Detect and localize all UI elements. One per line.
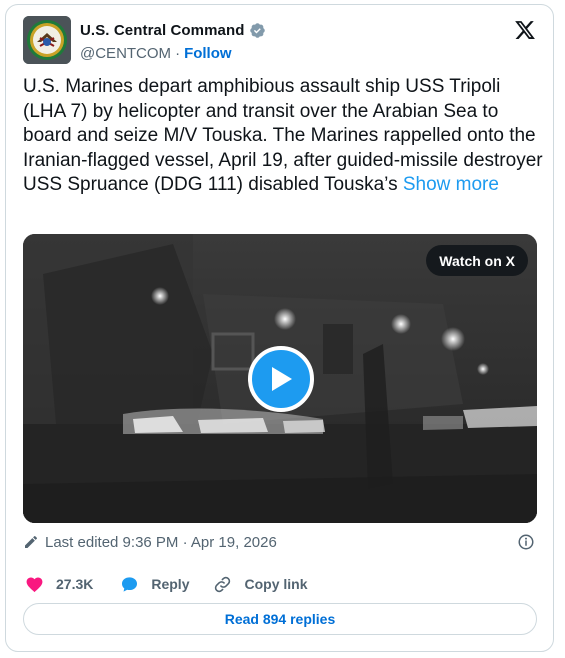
tweet-text-block: U.S. Marines depart amphibious assault s… [23,75,543,198]
link-icon [215,576,231,592]
avatar[interactable] [23,16,71,64]
copy-link-button[interactable]: Copy link [213,575,308,594]
edited-timestamp[interactable]: Last edited 9:36 PM · Apr 19, 2026 [45,534,277,551]
follow-button[interactable]: Follow [184,45,232,62]
like-button[interactable]: 27.3K [25,575,93,594]
tweet-card: U.S. Central Command @CENTCOM · Follow U… [5,4,554,652]
reply-button[interactable]: Reply [120,575,189,594]
centcom-seal-icon [23,16,71,64]
edited-row: Last edited 9:36 PM · Apr 19, 2026 [23,532,537,552]
author-block: U.S. Central Command @CENTCOM · Follow [80,19,266,63]
play-button[interactable] [248,346,314,412]
video-thumbnail[interactable]: Watch on X [23,234,537,523]
author-name-row: U.S. Central Command [80,19,266,41]
copy-link-label: Copy link [244,576,308,592]
author-handle[interactable]: @CENTCOM [80,45,171,62]
play-icon [272,367,292,391]
separator-dot: · [175,44,181,62]
reply-label: Reply [151,576,190,592]
read-replies-button[interactable]: Read 894 replies [23,603,537,635]
info-icon[interactable] [517,533,535,551]
author-name[interactable]: U.S. Central Command [80,22,245,39]
reply-bubble-icon [122,576,138,592]
like-count: 27.3K [56,576,94,592]
action-bar: 27.3K Reply Copy link [23,573,308,595]
watch-on-x-button[interactable]: Watch on X [426,245,528,276]
handle-row: @CENTCOM · Follow [80,43,266,63]
heart-icon [26,577,43,592]
show-more-link[interactable]: Show more [403,174,499,195]
verified-badge-icon [249,22,265,38]
x-logo-icon[interactable] [514,19,536,41]
pencil-icon [25,535,38,548]
